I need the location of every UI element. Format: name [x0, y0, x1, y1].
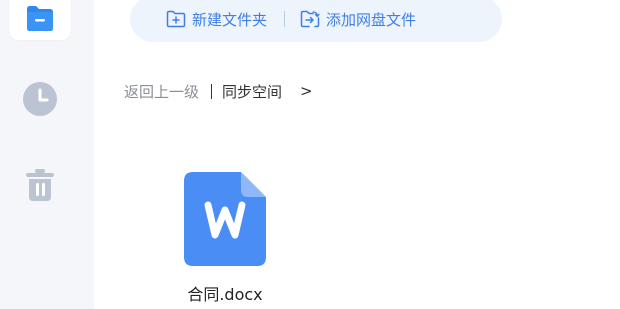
- clock-icon: [23, 82, 57, 116]
- toolbar: 新建文件夹 添加网盘文件: [130, 0, 502, 42]
- new-folder-button[interactable]: 新建文件夹: [166, 0, 267, 42]
- file-item[interactable]: 合同.docx: [160, 170, 288, 309]
- sidebar-item-trash[interactable]: [9, 162, 71, 208]
- add-cloud-file-button[interactable]: 添加网盘文件: [300, 0, 416, 42]
- sidebar: [0, 0, 94, 309]
- file-name: 合同.docx: [187, 285, 263, 304]
- breadcrumb-back-link[interactable]: 返回上一级: [124, 81, 199, 102]
- folder-icon: [27, 6, 53, 31]
- add-cloud-file-label: 添加网盘文件: [326, 10, 417, 29]
- sidebar-item-files[interactable]: [9, 0, 71, 40]
- breadcrumb-divider: [211, 83, 213, 99]
- sidebar-item-recent[interactable]: [9, 76, 71, 122]
- new-folder-label: 新建文件夹: [192, 10, 268, 29]
- add-cloud-file-icon: [300, 10, 320, 28]
- toolbar-divider: [284, 11, 286, 27]
- trash-icon: [26, 169, 54, 201]
- breadcrumb-arrow-icon: >: [300, 82, 313, 100]
- breadcrumb-current: 同步空间: [222, 82, 283, 101]
- breadcrumb: 返回上一级 同步空间 >: [124, 80, 313, 102]
- word-doc-icon: [184, 172, 266, 266]
- new-folder-icon: [166, 10, 186, 28]
